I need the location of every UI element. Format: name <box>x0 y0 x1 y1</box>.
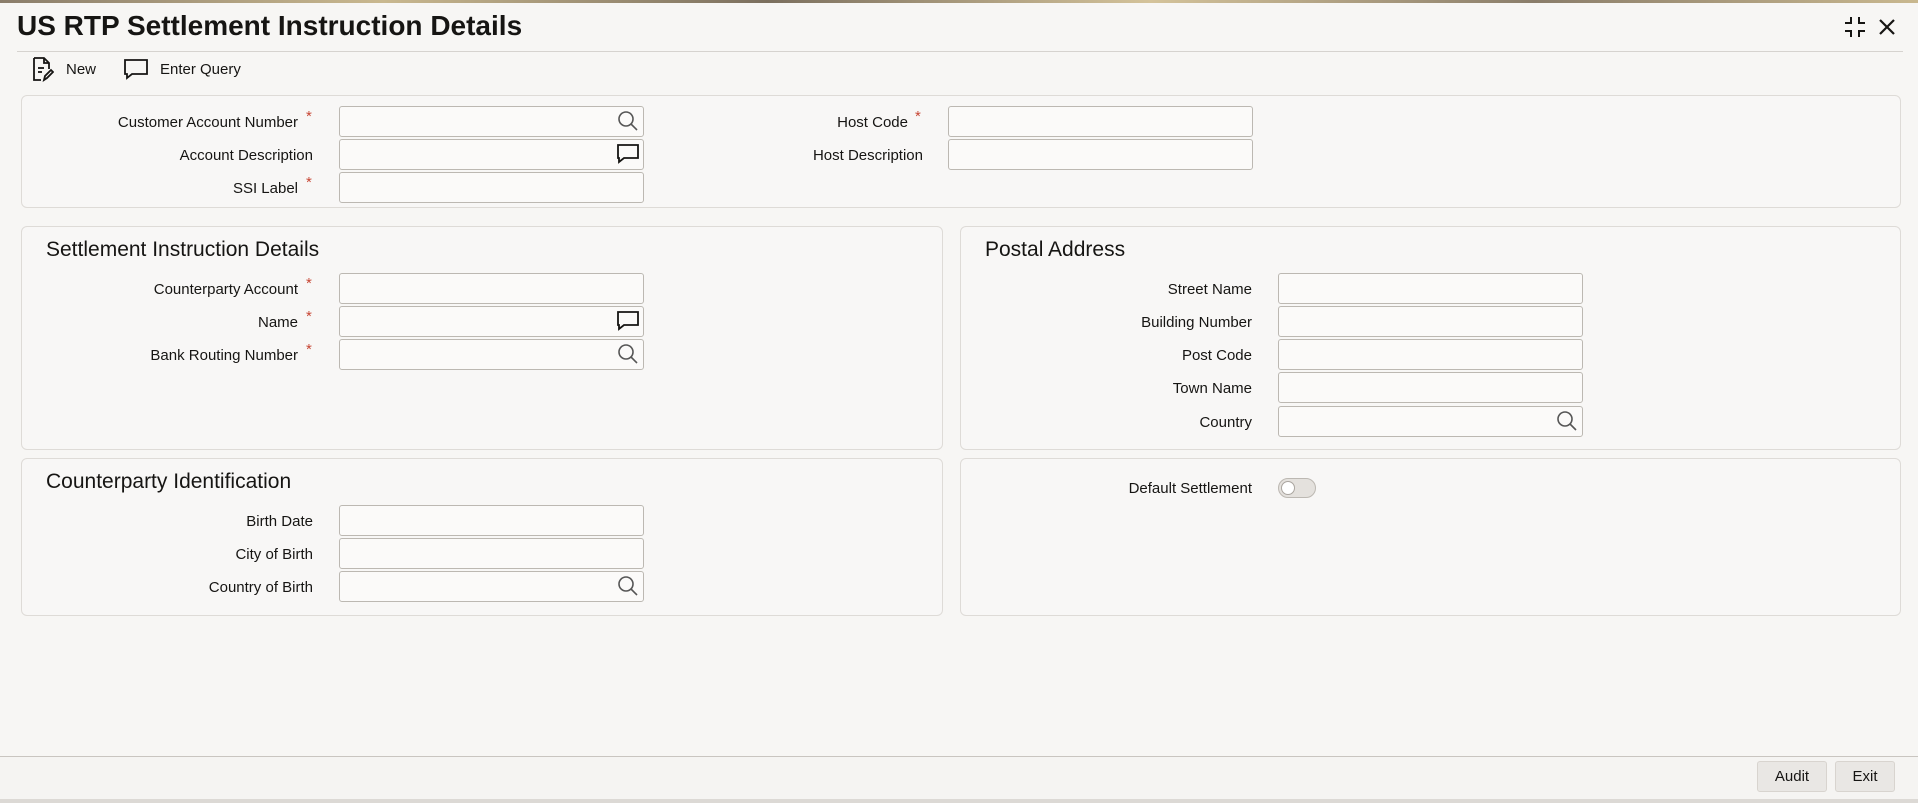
town-name-input[interactable] <box>1278 372 1583 403</box>
ssi-label-label: SSI Label <box>232 180 298 197</box>
toggle-knob <box>1281 481 1295 495</box>
speech-bubble-icon <box>122 56 150 82</box>
required-marker: * <box>306 108 312 125</box>
default-settlement-toggle[interactable] <box>1278 478 1316 498</box>
header-divider <box>17 51 1903 52</box>
name-input[interactable] <box>339 306 644 337</box>
country-label: Country <box>1199 414 1252 431</box>
new-button[interactable]: New <box>28 56 96 82</box>
audit-button[interactable]: Audit <box>1757 761 1827 792</box>
name-label: Name <box>257 314 298 331</box>
footer-bar <box>0 757 1918 803</box>
counterparty-id-section-title: Counterparty Identification <box>46 470 292 493</box>
close-icon[interactable] <box>1872 12 1902 42</box>
country-of-birth-input[interactable] <box>339 571 644 602</box>
country-input[interactable] <box>1278 406 1583 437</box>
new-button-label: New <box>66 60 97 78</box>
new-document-icon <box>28 56 56 82</box>
street-name-label: Street Name <box>1167 281 1252 298</box>
bank-routing-number-input[interactable] <box>339 339 644 370</box>
page-title: US RTP Settlement Instruction Details <box>17 10 523 41</box>
building-number-label: Building Number <box>1141 314 1252 331</box>
footer-bottom-strip <box>0 799 1918 803</box>
search-icon[interactable] <box>615 341 641 367</box>
post-code-input[interactable] <box>1278 339 1583 370</box>
comment-icon[interactable] <box>615 141 641 167</box>
comment-icon[interactable] <box>615 308 641 334</box>
required-marker: * <box>306 275 312 292</box>
city-of-birth-label: City of Birth <box>235 546 313 563</box>
enter-query-button[interactable]: Enter Query <box>122 56 241 82</box>
country-of-birth-label: Country of Birth <box>208 579 313 596</box>
counterparty-account-label: Counterparty Account <box>153 281 298 298</box>
required-marker: * <box>306 174 312 191</box>
birth-date-input[interactable] <box>339 505 644 536</box>
ssi-label-input[interactable] <box>339 172 644 203</box>
customer-account-number-input[interactable] <box>339 106 644 137</box>
street-name-input[interactable] <box>1278 273 1583 304</box>
bank-routing-number-label: Bank Routing Number <box>150 347 298 364</box>
required-marker: * <box>306 308 312 325</box>
postal-section-title: Postal Address <box>985 238 1126 261</box>
account-description-label: Account Description <box>179 147 313 164</box>
exit-button[interactable]: Exit <box>1835 761 1895 792</box>
required-marker: * <box>306 341 312 358</box>
required-marker: * <box>915 108 921 125</box>
host-code-label: Host Code <box>837 114 908 131</box>
host-code-input[interactable] <box>948 106 1253 137</box>
city-of-birth-input[interactable] <box>339 538 644 569</box>
default-settlement-panel <box>960 458 1901 616</box>
customer-account-number-label: Customer Account Number <box>117 114 298 131</box>
account-description-input[interactable] <box>339 139 644 170</box>
town-name-label: Town Name <box>1172 380 1252 397</box>
counterparty-account-input[interactable] <box>339 273 644 304</box>
search-icon[interactable] <box>615 108 641 134</box>
birth-date-label: Birth Date <box>246 513 313 530</box>
top-decorative-strip <box>0 0 1918 3</box>
default-settlement-label: Default Settlement <box>1128 480 1252 497</box>
settlement-section-title: Settlement Instruction Details <box>46 238 320 261</box>
host-description-input[interactable] <box>948 139 1253 170</box>
post-code-label: Post Code <box>1181 347 1252 364</box>
host-description-label: Host Description <box>812 147 923 164</box>
building-number-input[interactable] <box>1278 306 1583 337</box>
enter-query-label: Enter Query <box>160 60 241 78</box>
maximize-icon[interactable] <box>1840 12 1870 42</box>
search-icon[interactable] <box>1554 408 1580 434</box>
search-icon[interactable] <box>615 573 641 599</box>
